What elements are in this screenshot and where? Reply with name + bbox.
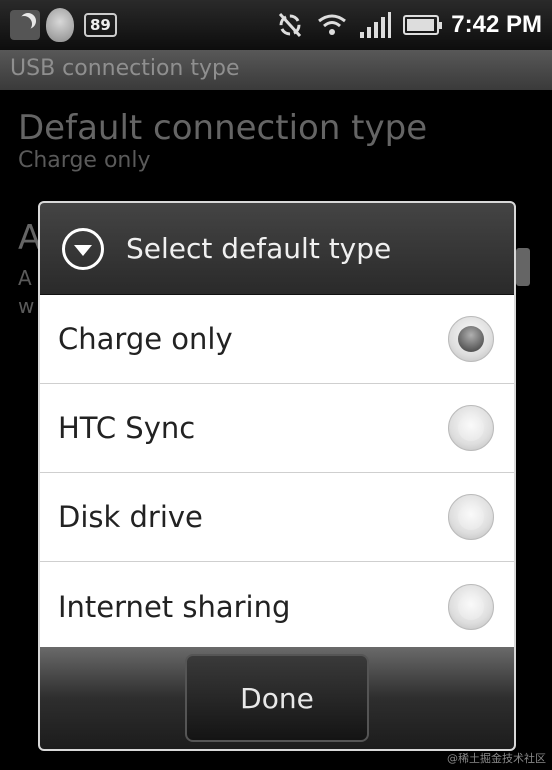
option-disk-drive[interactable]: Disk drive [40,473,514,562]
radio-button-checked[interactable] [448,316,494,362]
option-label: Disk drive [58,500,203,534]
avatar-icon [46,8,74,42]
watermark: @稀土掘金技术社区 [447,752,546,765]
sync-off-icon [279,12,302,38]
wifi-icon [318,14,347,35]
notification-badge: 89 [84,13,117,37]
radio-button[interactable] [448,494,494,540]
option-label: Internet sharing [58,589,291,624]
clock: 7:42 PM [451,11,542,38]
radio-button[interactable] [448,405,494,451]
option-label: HTC Sync [58,411,196,445]
page-title-bar: USB connection type [0,50,552,90]
option-internet-sharing[interactable]: Internet sharing [40,562,514,651]
moon-icon [10,10,40,40]
status-bar: 89 7:42 PM [0,0,552,50]
done-button[interactable]: Done [185,654,369,742]
page-title: USB connection type [10,56,240,81]
option-label: Charge only [58,322,233,356]
option-charge-only[interactable]: Charge only [40,295,514,384]
battery-icon [403,15,443,35]
dialog-header: Select default type [40,203,514,295]
dialog-title: Select default type [126,232,392,265]
options-list: Charge only HTC Sync Disk drive Internet… [40,295,514,651]
select-type-dialog: Select default type Charge only HTC Sync… [38,201,516,751]
dialog-footer: Done [40,647,514,749]
option-htc-sync[interactable]: HTC Sync [40,384,514,473]
radio-button[interactable] [448,583,494,630]
dropdown-circle-icon [62,227,104,270]
signal-icon [360,12,392,38]
